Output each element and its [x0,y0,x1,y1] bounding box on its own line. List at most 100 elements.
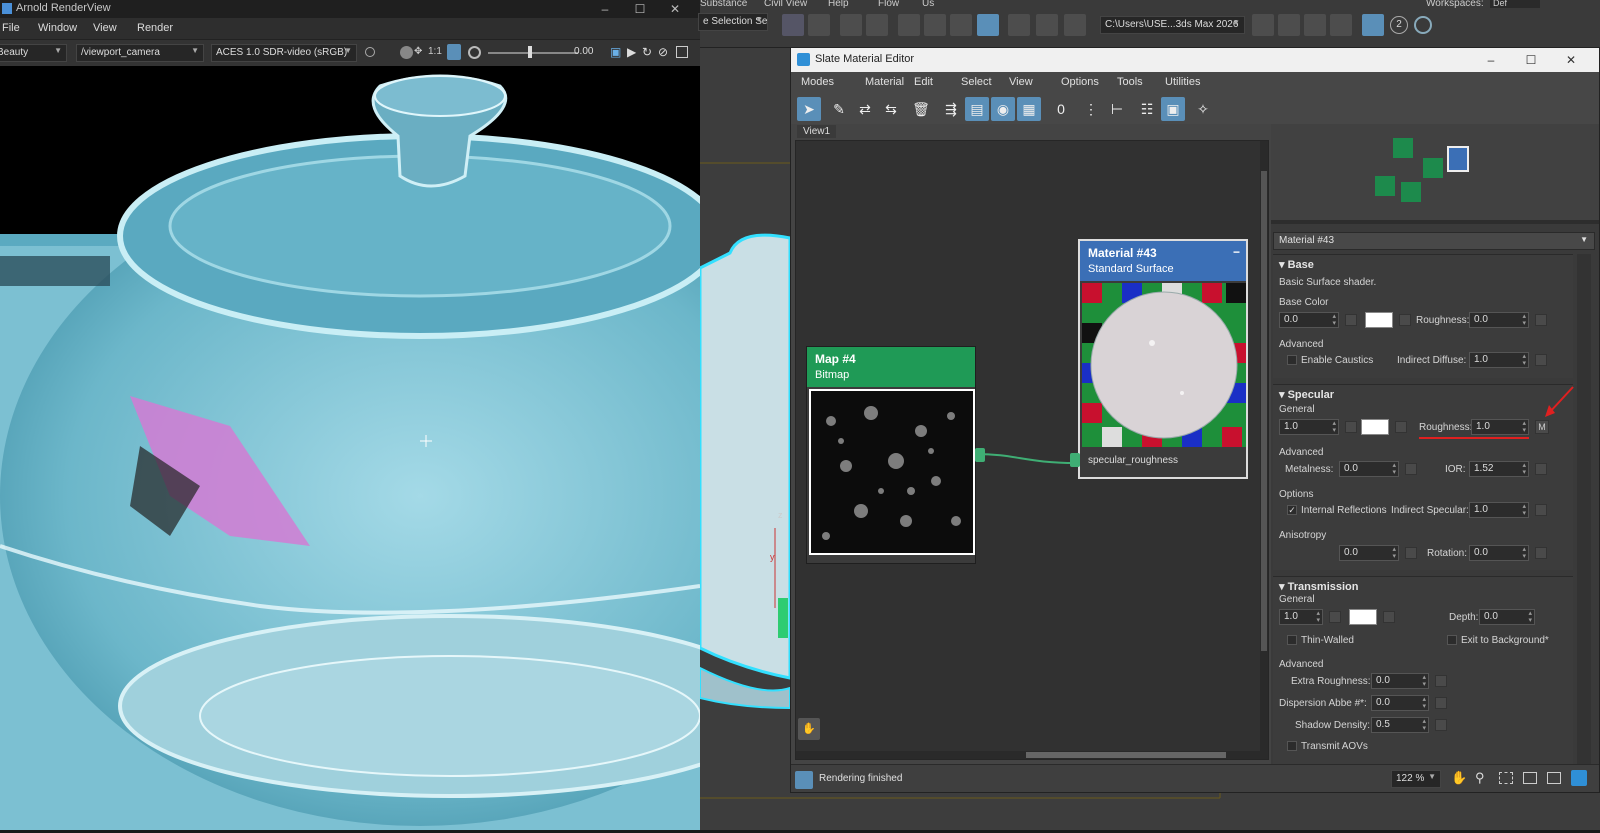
tab-view1[interactable]: View1 [797,125,837,138]
assign-to-selection-icon[interactable]: ⇆ [879,97,903,121]
max-menu-civil-view[interactable]: Civil View [764,0,807,9]
delete-icon[interactable]: 🗑 [909,97,933,121]
exit-to-background-checkbox[interactable] [1447,635,1457,645]
menu-render[interactable]: Render [137,22,173,34]
exposure-icon[interactable] [365,47,375,57]
maximize-icon[interactable]: ☐ [625,0,655,18]
rollout-specular-title[interactable]: ▾ Specular [1279,388,1334,401]
render-teapot-icon[interactable] [1064,14,1086,36]
slate-menu-options[interactable]: Options [1061,76,1099,88]
minimize-icon[interactable]: – [590,0,620,18]
specular-roughness-slot-label[interactable]: specular_roughness [1088,455,1178,466]
pick-material-icon[interactable]: ✎ [827,97,851,121]
node-bitmap[interactable]: Map #4 Bitmap [806,346,985,564]
zoom-extents-selected-icon[interactable] [1547,772,1561,784]
max-menu-flow[interactable]: Flow [878,0,899,9]
scene-explorer-icon[interactable] [866,14,888,36]
align-icon[interactable] [808,14,830,36]
project-settings-icon[interactable] [1330,14,1352,36]
base-color-map-button[interactable] [1399,314,1411,326]
transmission-weight-map-button[interactable] [1329,611,1341,623]
exposure-slider-track[interactable] [488,52,578,54]
node-bitmap-header[interactable]: Map #4 Bitmap [807,347,975,387]
material-name-field[interactable]: Material #43 ▼ [1273,232,1595,250]
project-save-icon[interactable] [1304,14,1326,36]
select-by-material-icon[interactable]: ✧ [1191,97,1215,121]
indirect-specular-spinner[interactable]: 1.0 ▴ ▾ [1469,502,1529,518]
node-graph-view[interactable]: Map #4 Bitmap Material #43 Standard Surf… [795,140,1269,760]
region-icon[interactable] [447,44,461,60]
metalness-spinner[interactable]: 0.0 ▴ ▾ [1339,461,1399,477]
zoom-select[interactable]: 122 % ▼ [1391,770,1441,788]
specular-roughness-input-slot[interactable] [1070,453,1080,467]
snapshot-icon[interactable] [400,46,413,59]
selection-set-select[interactable]: e Selection Se ▼ [698,13,768,31]
rendered-frame-window-icon[interactable] [1036,14,1058,36]
project-path-select[interactable]: C:\Users\USE...3ds Max 2026 ▼ [1100,16,1245,34]
notification-badge[interactable]: 2 [1390,16,1408,34]
depth-spinner[interactable]: 0.0 ▴ ▾ [1479,609,1535,625]
dispersion-spinner[interactable]: 0.0 ▴ ▾ [1371,695,1429,711]
ior-spinner[interactable]: 1.52 ▴ ▾ [1469,461,1529,477]
exposure-slider-handle[interactable] [528,46,532,58]
base-roughness-spinner[interactable]: 0.0 ▴ ▾ [1469,312,1529,328]
move-children-icon[interactable]: ⇶ [939,97,963,121]
base-weight-spinner[interactable]: 0.0 ▴ ▾ [1279,312,1339,328]
extra-roughness-spinner[interactable]: 0.0 ▴ ▾ [1371,673,1429,689]
layer-explorer-icon[interactable] [840,14,862,36]
thin-walled-checkbox[interactable] [1287,635,1297,645]
zoom-region-icon[interactable] [1499,772,1513,784]
collapse-node-icon[interactable]: − [1233,245,1240,259]
base-color-swatch[interactable] [1365,312,1393,328]
save-image-icon[interactable]: ▣ [610,45,622,59]
hide-unused-slots-icon[interactable]: ▤ [965,97,989,121]
stop-icon[interactable]: ⊘ [658,45,668,59]
transmission-weight-spinner[interactable]: 1.0 ▴ ▾ [1279,609,1323,625]
specular-color-map-button[interactable] [1395,421,1407,433]
zoom-icon[interactable]: ⚲ [1475,770,1485,786]
render-setup-icon[interactable] [1008,14,1030,36]
material-map-navigator-icon[interactable]: ☷ [1135,97,1159,121]
graph-vertical-scrollbar[interactable] [1260,141,1268,759]
rollout-base-title[interactable]: ▾ Base [1279,258,1314,271]
select-tool-icon[interactable]: ➤ [797,97,821,121]
indirect-diffuse-spinner[interactable]: 1.0 ▴ ▾ [1469,352,1529,368]
render-image[interactable] [0,66,700,830]
material-dropdown-icon[interactable]: ▼ [1580,235,1588,244]
slate-menu-utilities[interactable]: Utilities [1165,76,1200,88]
layout-children-icon[interactable]: ⊢ [1105,97,1129,121]
extra-roughness-map-button[interactable] [1435,675,1447,687]
workspace-select[interactable]: Def [1490,0,1540,8]
specular-color-swatch[interactable] [1361,419,1389,435]
dispersion-map-button[interactable] [1435,697,1447,709]
parameter-editor-icon[interactable]: ▣ [1161,97,1185,121]
base-roughness-map-button[interactable] [1535,314,1547,326]
specular-roughness-map-button[interactable]: M [1535,420,1549,434]
bitmap-output-slot[interactable] [975,448,985,462]
transmission-color-map-button[interactable] [1383,611,1395,623]
close-icon[interactable]: ✕ [660,0,690,18]
curve-editor-icon[interactable] [924,14,946,36]
panel-toggle-icon[interactable] [676,46,688,58]
slate-menu-select[interactable]: Select [961,76,992,88]
shadow-density-spinner[interactable]: 0.5 ▴ ▾ [1371,717,1429,733]
indirect-diffuse-map-button[interactable] [1535,354,1547,366]
anisotropy-map-button[interactable] [1405,547,1417,559]
display-transform-select[interactable]: ACES 1.0 SDR-video (sRGB) ▼ [211,44,357,62]
rollout-transmission-title[interactable]: ▾ Transmission [1279,580,1359,593]
slate-menu-tools[interactable]: Tools [1117,76,1143,88]
specular-weight-spinner[interactable]: 1.0 ▴ ▾ [1279,419,1339,435]
transmission-color-swatch[interactable] [1349,609,1377,625]
aov-select[interactable]: Beauty ▼ [0,44,67,62]
pin-icon[interactable]: ✥ [414,46,424,58]
project-folder-icon[interactable] [1252,14,1274,36]
schematic-view-icon[interactable] [950,14,972,36]
put-to-scene-icon[interactable]: ⇄ [853,97,877,121]
pan-icon[interactable]: ✋ [1451,770,1467,786]
slate-maximize-icon[interactable]: ☐ [1516,48,1546,72]
menu-window[interactable]: Window [38,22,77,34]
slate-menu-modes[interactable]: Modes [801,76,834,88]
metalness-map-button[interactable] [1405,463,1417,475]
enable-caustics-checkbox[interactable] [1287,355,1297,365]
max-menu-us[interactable]: Us [922,0,934,9]
